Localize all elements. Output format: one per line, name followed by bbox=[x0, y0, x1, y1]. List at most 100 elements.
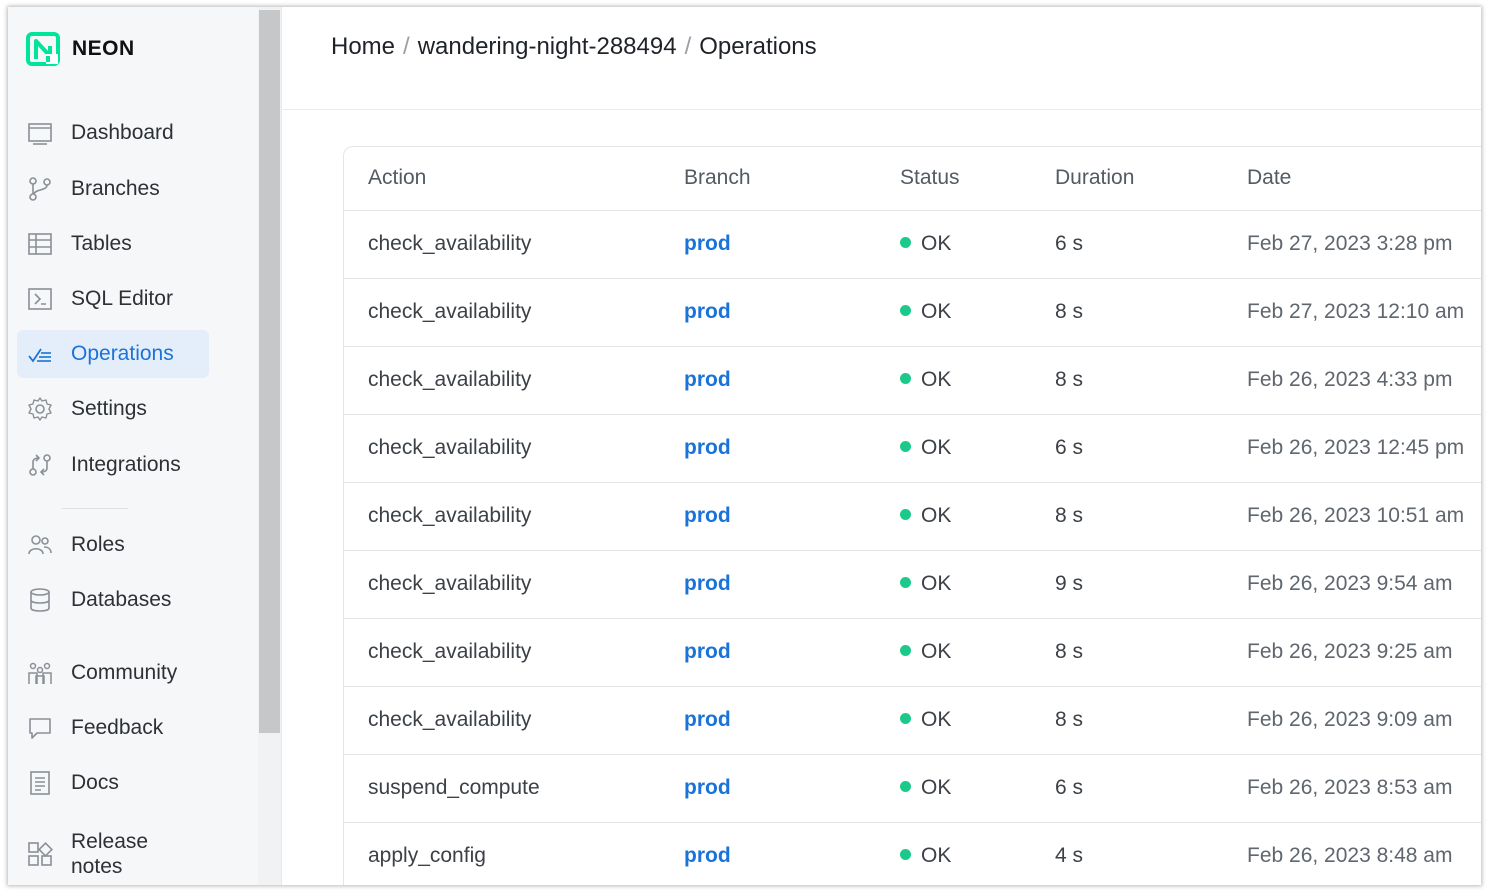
column-header-status[interactable]: Status bbox=[900, 166, 960, 190]
column-header-duration[interactable]: Duration bbox=[1055, 166, 1134, 190]
cell-date: Feb 26, 2023 10:51 am bbox=[1247, 504, 1465, 527]
cell-branch-link[interactable]: prod bbox=[684, 232, 731, 256]
table-row[interactable]: check_availability prod OK 8 s Feb 26, 2023 … bbox=[344, 483, 1481, 551]
sidebar-item-label: Settings bbox=[71, 397, 147, 420]
column-header-branch[interactable]: Branch bbox=[684, 166, 751, 190]
sidebar-item-sql-editor[interactable]: SQL Editor bbox=[17, 275, 209, 323]
cell-duration: 8 s bbox=[1055, 300, 1084, 323]
sidebar-item-databases[interactable]: Databases bbox=[17, 576, 209, 624]
sidebar-item-dashboard[interactable]: Dashboard bbox=[17, 109, 209, 157]
cell-duration: 8 s bbox=[1055, 640, 1084, 663]
cell-action: check_availability bbox=[368, 708, 532, 731]
sidebar-item-integrations[interactable]: Integrations bbox=[17, 441, 209, 489]
status-ok-icon bbox=[900, 441, 911, 452]
status-ok-icon bbox=[900, 509, 911, 520]
cell-duration: 6 s bbox=[1055, 436, 1084, 459]
status-label: OK bbox=[921, 232, 952, 255]
cell-action: check_availability bbox=[368, 300, 532, 323]
status-label: OK bbox=[921, 776, 952, 799]
tables-icon bbox=[27, 231, 53, 257]
cell-status: OK bbox=[900, 300, 951, 324]
cell-branch-link[interactable]: prod bbox=[684, 504, 731, 528]
branches-icon bbox=[27, 176, 53, 202]
cell-branch-link[interactable]: prod bbox=[684, 776, 731, 800]
sidebar-item-label: Release notes bbox=[71, 830, 149, 878]
neon-logo[interactable]: NEON bbox=[26, 31, 135, 67]
cell-action: check_availability bbox=[368, 504, 532, 527]
sidebar-item-label: Community bbox=[71, 661, 178, 684]
cell-date: Feb 26, 2023 8:48 am bbox=[1247, 844, 1453, 867]
status-ok-icon bbox=[900, 305, 911, 316]
cell-date: Feb 27, 2023 12:10 am bbox=[1247, 300, 1465, 323]
column-header-date[interactable]: Date bbox=[1247, 166, 1291, 190]
cell-duration: 9 s bbox=[1055, 572, 1084, 595]
sidebar-item-roles[interactable]: Roles bbox=[17, 521, 209, 569]
cell-branch-link[interactable]: prod bbox=[684, 844, 731, 868]
sidebar-item-tables[interactable]: Tables bbox=[17, 220, 209, 268]
cell-branch-link[interactable]: prod bbox=[684, 640, 731, 664]
sidebar-scrollbar[interactable] bbox=[258, 7, 282, 885]
app-window: NEON Dashboard Branches Tables SQL Edito bbox=[8, 7, 1481, 885]
table-header: Action Branch Status Duration Date bbox=[344, 147, 1481, 211]
scrollbar-thumb[interactable] bbox=[259, 10, 280, 733]
breadcrumb-separator: / bbox=[684, 33, 692, 60]
cell-status: OK bbox=[900, 436, 951, 460]
dashboard-icon bbox=[27, 120, 53, 146]
table-row[interactable]: check_availability prod OK 8 s Feb 27, 2023 … bbox=[344, 279, 1481, 347]
cell-branch-link[interactable]: prod bbox=[684, 300, 731, 324]
sidebar-item-label: Feedback bbox=[71, 716, 164, 739]
sidebar-item-community[interactable]: Community bbox=[17, 649, 209, 697]
status-label: OK bbox=[921, 436, 952, 459]
sql-editor-icon bbox=[27, 286, 53, 312]
status-ok-icon bbox=[900, 781, 911, 792]
sidebar-item-feedback[interactable]: Feedback bbox=[17, 704, 209, 752]
cell-branch-link[interactable]: prod bbox=[684, 572, 731, 596]
page-header: Home / wandering-night-288494 / Operatio… bbox=[283, 7, 1481, 110]
status-ok-icon bbox=[900, 237, 911, 248]
table-row[interactable]: check_availability prod OK 8 s Feb 26, 2023 … bbox=[344, 619, 1481, 687]
sidebar-item-release-notes[interactable]: Release notes bbox=[17, 827, 209, 881]
cell-duration: 8 s bbox=[1055, 708, 1084, 731]
breadcrumb-current: Operations bbox=[699, 33, 817, 60]
table-row[interactable]: check_availability prod OK 8 s Feb 26, 2023 … bbox=[344, 687, 1481, 755]
operations-icon bbox=[27, 341, 53, 367]
table-row[interactable]: check_availability prod OK 6 s Feb 26, 2023 … bbox=[344, 415, 1481, 483]
cell-action: check_availability bbox=[368, 436, 532, 459]
gear-icon bbox=[27, 396, 53, 422]
cell-branch-link[interactable]: prod bbox=[684, 708, 731, 732]
status-ok-icon bbox=[900, 713, 911, 724]
cell-duration: 6 s bbox=[1055, 232, 1084, 255]
cell-date: Feb 26, 2023 12:45 pm bbox=[1247, 436, 1465, 459]
status-ok-icon bbox=[900, 645, 911, 656]
sidebar-item-settings[interactable]: Settings bbox=[17, 385, 209, 433]
breadcrumb-project[interactable]: wandering-night-288494 bbox=[418, 33, 677, 61]
logo-wordmark: NEON bbox=[72, 37, 135, 60]
table-row[interactable]: check_availability prod OK 6 s Feb 27, 2023 … bbox=[344, 211, 1481, 279]
sidebar-item-label: Tables bbox=[71, 232, 132, 255]
sidebar-item-label: Databases bbox=[71, 588, 172, 611]
cell-duration: 6 s bbox=[1055, 776, 1084, 799]
cell-date: Feb 26, 2023 9:54 am bbox=[1247, 572, 1453, 595]
breadcrumb: Home / wandering-night-288494 / Operatio… bbox=[331, 33, 817, 61]
sidebar-item-docs[interactable]: Docs bbox=[17, 759, 209, 807]
sidebar-divider bbox=[62, 508, 128, 509]
table-row[interactable]: suspend_compute prod OK 6 s Feb 26, 2023 8:5… bbox=[344, 755, 1481, 823]
table-row[interactable]: check_availability prod OK 9 s Feb 26, 2023 … bbox=[344, 551, 1481, 619]
breadcrumb-home[interactable]: Home bbox=[331, 33, 395, 61]
main-content: Home / wandering-night-288494 / Operatio… bbox=[283, 7, 1481, 885]
table-row[interactable]: check_availability prod OK 8 s Feb 26, 2023 … bbox=[344, 347, 1481, 415]
cell-date: Feb 26, 2023 9:09 am bbox=[1247, 708, 1453, 731]
cell-date: Feb 26, 2023 8:53 am bbox=[1247, 776, 1453, 799]
breadcrumb-separator: / bbox=[403, 33, 410, 60]
community-icon bbox=[27, 660, 53, 686]
table-row[interactable]: apply_config prod OK 4 s Feb 26, 2023 8:48 a… bbox=[344, 823, 1481, 885]
cell-branch-link[interactable]: prod bbox=[684, 368, 731, 392]
sidebar-item-operations[interactable]: Operations bbox=[17, 330, 209, 378]
column-header-action[interactable]: Action bbox=[368, 166, 426, 190]
sidebar-item-branches[interactable]: Branches bbox=[17, 165, 209, 213]
sidebar-item-label: Dashboard bbox=[71, 121, 174, 144]
cell-status: OK bbox=[900, 572, 951, 596]
cell-branch-link[interactable]: prod bbox=[684, 436, 731, 460]
sidebar: NEON Dashboard Branches Tables SQL Edito bbox=[8, 7, 258, 885]
operations-table: Action Branch Status Duration Date check… bbox=[343, 146, 1481, 885]
